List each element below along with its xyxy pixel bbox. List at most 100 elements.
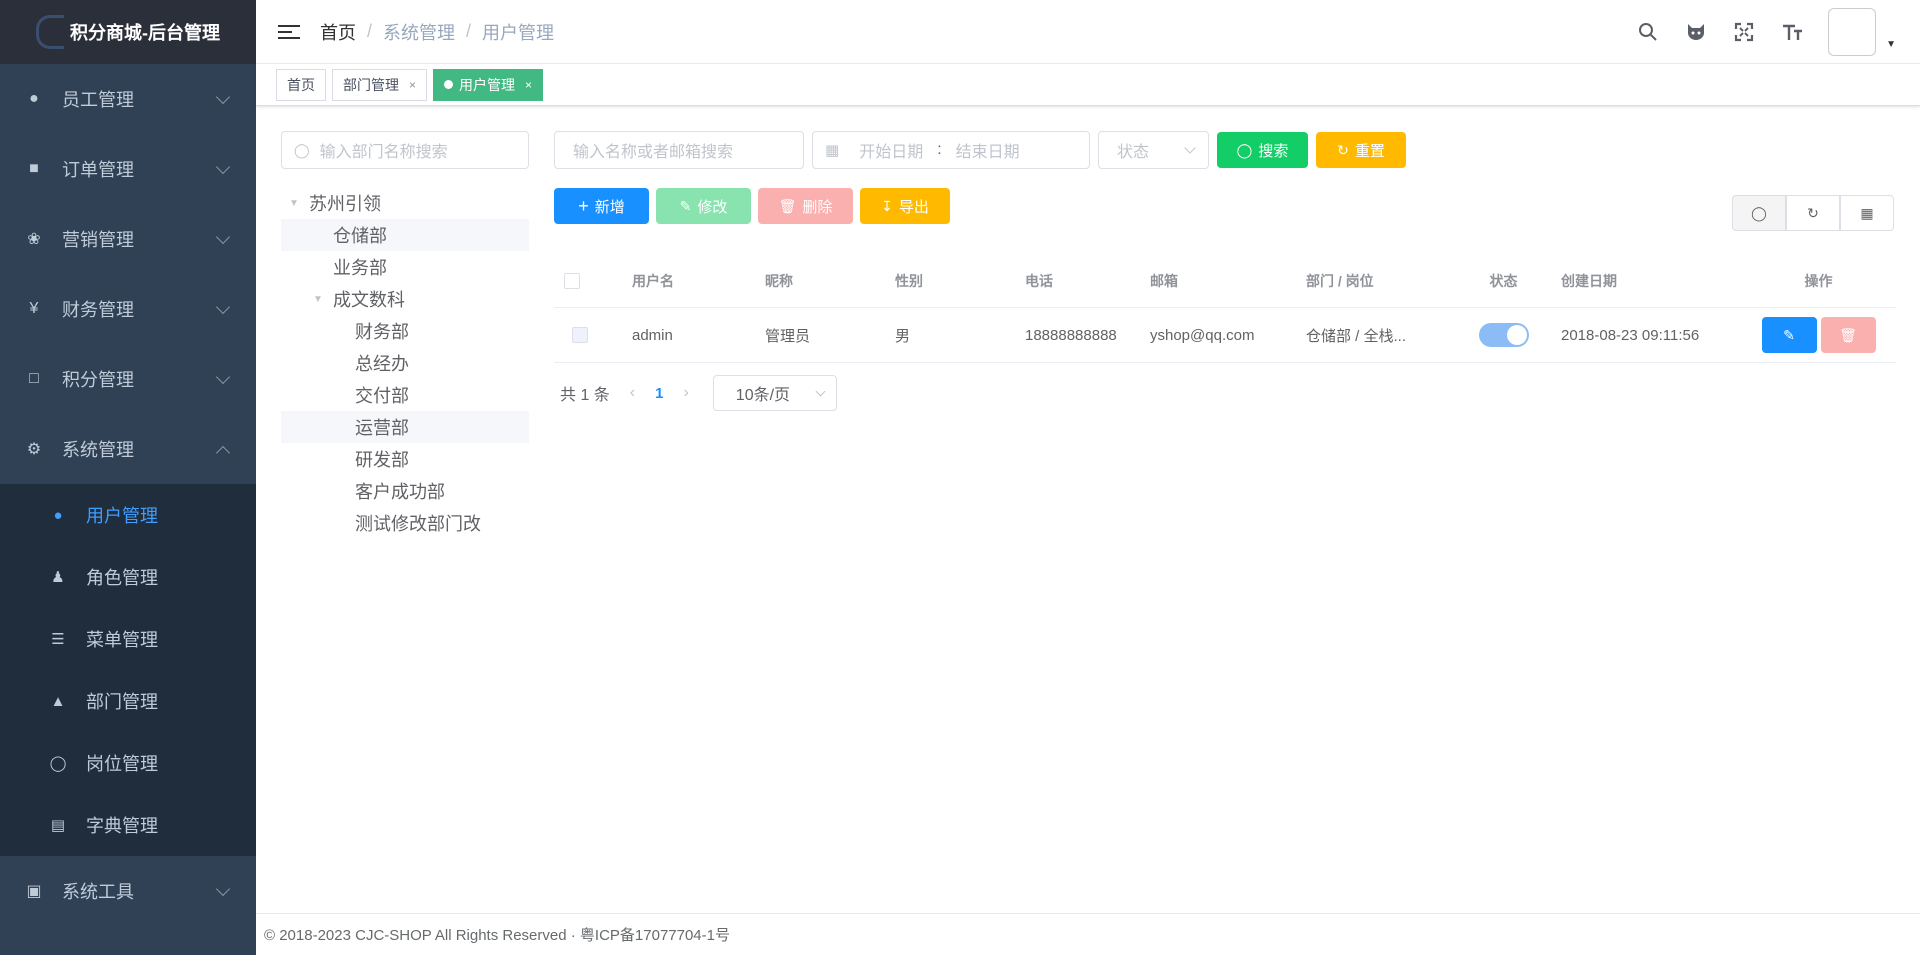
close-icon[interactable]: × <box>525 78 532 92</box>
plus-icon: + <box>578 195 589 216</box>
user-group-icon: ● <box>29 90 39 107</box>
sidebar-item-points[interactable]: □ 积分管理 <box>0 344 256 414</box>
logo[interactable]: 积分商城-后台管理 <box>0 0 256 64</box>
avatar[interactable] <box>1828 8 1877 56</box>
font-size-icon[interactable] <box>1780 20 1804 44</box>
sidebar-item-staff[interactable]: ● 员工管理 <box>0 64 256 134</box>
app: 积分商城-后台管理 ● 员工管理 ■ 订单管理 ❀ 营销管理 ¥ 财务管理 □ … <box>0 0 1920 955</box>
col-header[interactable]: 部门 / 岗位 <box>1296 271 1446 291</box>
export-button-label: 导出 <box>898 198 929 216</box>
sidebar-item-label: 财务管理 <box>62 300 134 320</box>
tree-node[interactable]: ▼ 成文数科 <box>281 283 529 315</box>
dict-icon: ▤ <box>50 817 66 834</box>
gear-icon: ⚙ <box>26 441 42 458</box>
col-header[interactable]: 电话 <box>1015 271 1140 291</box>
columns-button[interactable]: ▦ <box>1840 195 1894 231</box>
status-placeholder: 状态 <box>1117 144 1150 161</box>
sidebar-item-tools[interactable]: ▣ 系统工具 <box>0 856 256 926</box>
row-edit-button[interactable]: ✎ <box>1761 317 1817 353</box>
tree-node[interactable]: 研发部 <box>281 443 529 475</box>
github-icon[interactable] <box>1684 20 1708 44</box>
tree-node[interactable]: 测试修改部门改 <box>281 507 529 539</box>
next-page-icon[interactable]: › <box>683 384 688 402</box>
tag-users[interactable]: 用户管理 × <box>433 68 544 101</box>
fullscreen-icon[interactable] <box>1732 20 1756 44</box>
col-header[interactable]: 昵称 <box>755 271 885 291</box>
sidebar-item-finance[interactable]: ¥ 财务管理 <box>0 274 256 344</box>
delete-button-label: 删除 <box>802 198 833 216</box>
sidebar-item-roles[interactable]: ♟ 角色管理 <box>0 546 256 608</box>
sidebar-item-depts[interactable]: ▲ 部门管理 <box>0 670 256 732</box>
select-all-cell <box>554 273 622 289</box>
toggle-search-button[interactable]: ◯ <box>1732 195 1786 231</box>
caret-down-icon[interactable]: ▼ <box>287 198 301 209</box>
sidebar-item-menus[interactable]: ☰ 菜单管理 <box>0 608 256 670</box>
tree-node[interactable]: 运营部 <box>281 411 529 443</box>
sidebar-item-label: 岗位管理 <box>86 754 158 774</box>
select-all-checkbox[interactable] <box>564 273 580 289</box>
chevron-down-icon <box>215 299 231 315</box>
tree-node[interactable]: 财务部 <box>281 315 529 347</box>
tree-node[interactable]: ▼ 苏州引领 <box>281 187 529 219</box>
edit-button[interactable]: ✎ 修改 <box>656 188 751 224</box>
tree-node[interactable]: 仓储部 <box>281 219 529 251</box>
reset-button[interactable]: ↻ 重置 <box>1316 132 1406 168</box>
edit-button-label: 修改 <box>697 198 728 216</box>
row-checkbox[interactable] <box>572 327 588 343</box>
trash-icon: 🗑 <box>1839 326 1857 343</box>
sidebar-item-orders[interactable]: ■ 订单管理 <box>0 134 256 204</box>
add-button[interactable]: + 新增 <box>554 188 649 224</box>
status-toggle[interactable] <box>1478 323 1529 347</box>
cell-email: yshop@qq.com <box>1150 326 1255 344</box>
table-header: 用户名 昵称 性别 电话 邮箱 部门 / 岗位 状态 创建日期 操作 <box>554 255 1896 308</box>
row-select-cell <box>554 327 622 343</box>
sidebar-item-posts[interactable]: ◯ 岗位管理 <box>0 732 256 794</box>
caret-down-icon[interactable]: ▼ <box>1886 39 1896 50</box>
tag-label: 首页 <box>287 76 315 93</box>
sidebar-item-dict[interactable]: ▤ 字典管理 <box>0 794 256 856</box>
sidebar: 积分商城-后台管理 ● 员工管理 ■ 订单管理 ❀ 营销管理 ¥ 财务管理 □ … <box>0 0 256 955</box>
tag-home[interactable]: 首页 <box>276 68 326 101</box>
cell-status <box>1446 323 1551 347</box>
add-button-label: 新增 <box>594 198 625 216</box>
page-number[interactable]: 1 <box>655 385 663 402</box>
col-header[interactable]: 性别 <box>885 271 1015 291</box>
hamburger-icon[interactable] <box>278 21 300 43</box>
export-button[interactable]: ↧ 导出 <box>860 188 950 224</box>
menu-list-icon: ☰ <box>51 631 65 648</box>
chevron-down-icon <box>215 369 231 385</box>
col-header[interactable]: 创建日期 <box>1551 271 1731 291</box>
sidebar-item-label: 营销管理 <box>62 230 134 250</box>
tree-node-label: 研发部 <box>355 450 409 470</box>
sidebar-item-users[interactable]: ● 用户管理 <box>0 484 256 546</box>
search-icon[interactable] <box>1636 20 1660 44</box>
search-button[interactable]: ◯ 搜索 <box>1217 132 1308 168</box>
chevron-down-icon <box>1184 142 1196 154</box>
col-header[interactable]: 状态 <box>1446 271 1551 291</box>
col-header[interactable]: 用户名 <box>622 271 755 291</box>
close-icon[interactable]: × <box>409 78 416 92</box>
sidebar-item-label: 员工管理 <box>62 90 134 110</box>
row-delete-button[interactable]: 🗑 <box>1820 317 1876 353</box>
delete-button[interactable]: 🗑 删除 <box>758 188 853 224</box>
sidebar-item-marketing[interactable]: ❀ 营销管理 <box>0 204 256 274</box>
caret-down-icon[interactable]: ▼ <box>311 294 325 305</box>
status-select[interactable]: 状态 <box>1098 131 1209 169</box>
keyword-search-input[interactable]: 输入名称或者邮箱搜索 <box>554 131 804 169</box>
tag-dept[interactable]: 部门管理 × <box>332 68 428 101</box>
header-right: ▼ <box>1636 0 1896 64</box>
col-header[interactable]: 邮箱 <box>1140 271 1296 291</box>
tree-node[interactable]: 总经办 <box>281 347 529 379</box>
sidebar-item-system[interactable]: ⚙ 系统管理 <box>0 414 256 484</box>
breadcrumb-home[interactable]: 首页 <box>320 19 356 45</box>
dept-search-input[interactable]: ◯ 输入部门名称搜索 <box>281 131 529 169</box>
date-range-picker[interactable]: ▦ 开始日期 : 结束日期 <box>812 131 1090 169</box>
prev-page-icon[interactable]: ‹ <box>630 384 635 402</box>
toolbox-icon: ▣ <box>26 883 42 900</box>
refresh-button[interactable]: ↻ <box>1786 195 1840 231</box>
tree-node[interactable]: 交付部 <box>281 379 529 411</box>
table-row[interactable]: admin 管理员 男 18888888888 yshop@qq.com 仓储部… <box>554 308 1896 363</box>
tree-node[interactable]: 业务部 <box>281 251 529 283</box>
page-size-select[interactable]: 10条/页 <box>712 375 837 411</box>
tree-node[interactable]: 客户成功部 <box>281 475 529 507</box>
